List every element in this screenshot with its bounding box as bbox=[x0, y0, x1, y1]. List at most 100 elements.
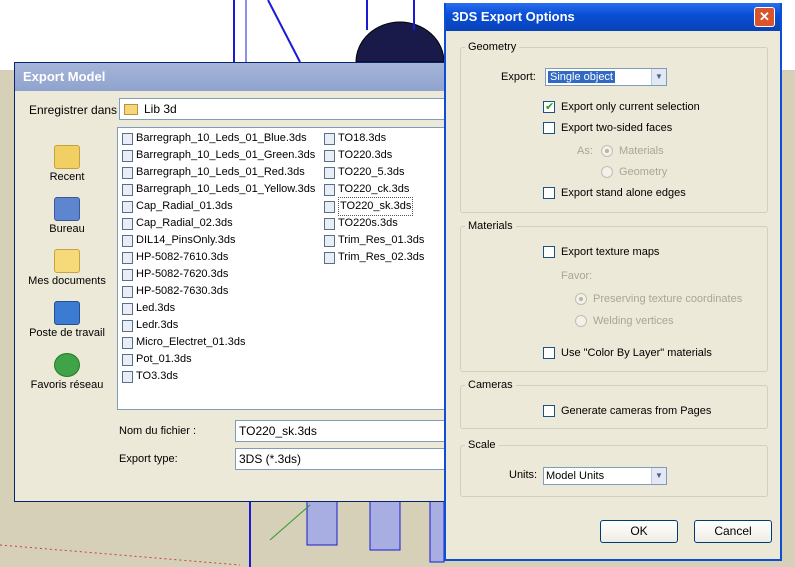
3ds-file-icon bbox=[324, 200, 335, 213]
chevron-down-icon: ▼ bbox=[651, 468, 666, 484]
save-in-folder-combo[interactable]: Lib 3d bbox=[119, 98, 454, 120]
place-label: Favoris réseau bbox=[30, 379, 104, 391]
3ds-file-icon bbox=[122, 200, 133, 213]
file-list-item[interactable]: Led.3ds bbox=[122, 300, 175, 317]
export-mode-select[interactable]: Single object ▼ bbox=[545, 68, 667, 86]
units-value: Model Units bbox=[546, 470, 605, 482]
file-list-item[interactable]: Cap_Radial_02.3ds bbox=[122, 215, 233, 232]
file-list-item[interactable]: TO220s.3ds bbox=[324, 215, 398, 232]
cancel-button[interactable]: Cancel bbox=[694, 520, 772, 543]
network-places-icon bbox=[54, 353, 80, 377]
as-geometry-option[interactable]: Geometry bbox=[601, 166, 667, 178]
as-label-text: As: bbox=[577, 145, 593, 157]
3ds-file-icon bbox=[324, 166, 335, 179]
place-label: Bureau bbox=[49, 223, 85, 235]
3ds-file-icon bbox=[324, 149, 335, 162]
geometry-group: Geometry Export: Single object ▼ Export … bbox=[460, 41, 768, 213]
preserve-coords-radio[interactable] bbox=[575, 293, 587, 305]
file-list-item[interactable]: Cap_Radial_01.3ds bbox=[122, 198, 233, 215]
filename-label: Nom du fichier : bbox=[119, 425, 197, 437]
3ds-file-icon bbox=[122, 336, 133, 349]
file-name: HP-5082-7620.3ds bbox=[136, 268, 229, 280]
as-materials-radio[interactable] bbox=[601, 145, 613, 157]
file-list-item[interactable]: Trim_Res_01.3ds bbox=[324, 232, 424, 249]
standalone-edges-option[interactable]: Export stand alone edges bbox=[543, 187, 686, 199]
as-geometry-radio[interactable] bbox=[601, 166, 613, 178]
color-by-layer-checkbox[interactable] bbox=[543, 347, 555, 359]
3ds-file-icon bbox=[122, 319, 133, 332]
color-by-layer-option[interactable]: Use "Color By Layer" materials bbox=[543, 347, 712, 359]
recent-folder-icon bbox=[54, 145, 80, 169]
two-sided-option[interactable]: Export two-sided faces bbox=[543, 122, 672, 134]
3ds-file-icon bbox=[324, 234, 335, 247]
export-mode-label: Export: bbox=[501, 71, 536, 83]
welding-radio[interactable] bbox=[575, 315, 587, 327]
file-list-item[interactable]: HP-5082-7630.3ds bbox=[122, 283, 228, 300]
file-list-item[interactable]: DIL14_PinsOnly.3ds bbox=[122, 232, 235, 249]
geometry-legend: Geometry bbox=[468, 41, 517, 53]
file-list-item[interactable]: Micro_Electret_01.3ds bbox=[122, 334, 245, 351]
ok-button[interactable]: OK bbox=[600, 520, 678, 543]
cameras-group: Cameras Generate cameras from Pages bbox=[460, 379, 768, 429]
as-geometry-label: Geometry bbox=[619, 166, 668, 178]
3ds-file-icon bbox=[324, 132, 335, 145]
standalone-edges-checkbox[interactable] bbox=[543, 187, 555, 199]
preserve-coords-label: Preserving texture coordinates bbox=[593, 293, 743, 305]
file-name: HP-5082-7630.3ds bbox=[136, 285, 229, 297]
file-list-item[interactable]: Barregraph_10_Leds_01_Blue.3ds bbox=[122, 130, 307, 147]
3ds-file-icon bbox=[122, 370, 133, 383]
3ds-file-icon bbox=[122, 302, 133, 315]
welding-option[interactable]: Welding vertices bbox=[575, 315, 674, 327]
place-poste-de-travail[interactable]: Poste de travail bbox=[15, 287, 119, 339]
preserve-coords-option[interactable]: Preserving texture coordinates bbox=[575, 293, 742, 305]
file-name: TO220_ck.3ds bbox=[338, 183, 410, 195]
favor-label-text: Favor: bbox=[561, 270, 593, 282]
file-name: HP-5082-7610.3ds bbox=[136, 251, 229, 263]
filename-input[interactable]: TO220_sk.3ds bbox=[235, 420, 454, 442]
export-type-select[interactable]: 3DS (*.3ds) bbox=[235, 448, 454, 470]
place-bureau[interactable]: Bureau bbox=[15, 183, 119, 235]
file-list-item[interactable]: Barregraph_10_Leds_01_Green.3ds bbox=[122, 147, 315, 164]
texture-maps-checkbox[interactable] bbox=[543, 246, 555, 258]
place-favoris-reseau[interactable]: Favoris réseau bbox=[15, 339, 119, 391]
only-selection-option[interactable]: Export only current selection bbox=[543, 100, 700, 113]
file-list-item[interactable]: TO220_5.3ds bbox=[324, 164, 404, 181]
file-list-item[interactable]: TO220.3ds bbox=[324, 147, 392, 164]
file-list-item[interactable]: Pot_01.3ds bbox=[122, 351, 192, 368]
file-list-item[interactable]: TO3.3ds bbox=[122, 368, 178, 385]
materials-group: Materials Export texture maps Favor: Pre… bbox=[460, 220, 768, 372]
place-label: Recent bbox=[49, 171, 85, 183]
file-list[interactable]: Barregraph_10_Leds_01_Blue.3ds Barregraph… bbox=[117, 127, 454, 410]
file-list-item[interactable]: Trim_Res_02.3ds bbox=[324, 249, 424, 266]
file-list-item[interactable]: TO18.3ds bbox=[324, 130, 386, 147]
file-list-item[interactable]: Barregraph_10_Leds_01_Red.3ds bbox=[122, 164, 305, 181]
two-sided-checkbox[interactable] bbox=[543, 122, 555, 134]
file-name: TO220.3ds bbox=[338, 149, 393, 161]
as-materials-option[interactable]: Materials bbox=[601, 145, 664, 157]
chevron-down-icon: ▼ bbox=[651, 69, 666, 85]
generate-cameras-checkbox[interactable] bbox=[543, 405, 555, 417]
export-options-titlebar: 3DS Export Options ✕ bbox=[446, 3, 780, 31]
3ds-file-icon bbox=[324, 217, 335, 230]
file-name: Cap_Radial_01.3ds bbox=[136, 200, 233, 212]
file-list-item[interactable]: HP-5082-7620.3ds bbox=[122, 266, 228, 283]
3ds-file-icon bbox=[122, 166, 133, 179]
file-list-item[interactable]: TO220_sk.3ds bbox=[324, 197, 414, 216]
favor-label: Favor: bbox=[561, 270, 592, 282]
texture-maps-option[interactable]: Export texture maps bbox=[543, 246, 659, 258]
generate-cameras-option[interactable]: Generate cameras from Pages bbox=[543, 405, 711, 417]
file-list-item[interactable]: TO220_ck.3ds bbox=[324, 181, 409, 198]
file-list-item[interactable]: Ledr.3ds bbox=[122, 317, 178, 334]
close-button[interactable]: ✕ bbox=[754, 7, 775, 27]
units-select[interactable]: Model Units ▼ bbox=[543, 467, 667, 485]
units-label: Units: bbox=[509, 469, 537, 481]
standalone-edges-label: Export stand alone edges bbox=[561, 187, 686, 199]
file-list-item[interactable]: HP-5082-7610.3ds bbox=[122, 249, 228, 266]
file-list-item[interactable]: Barregraph_10_Leds_01_Yellow.3ds bbox=[122, 181, 315, 198]
place-recent[interactable]: Recent bbox=[15, 131, 119, 183]
place-mes-documents[interactable]: Mes documents bbox=[15, 235, 119, 287]
places-bar: Recent Bureau Mes documents Poste de tra… bbox=[15, 131, 119, 391]
file-name: Led.3ds bbox=[136, 302, 176, 314]
only-selection-checkbox[interactable] bbox=[543, 100, 555, 113]
3ds-file-icon bbox=[122, 234, 133, 247]
